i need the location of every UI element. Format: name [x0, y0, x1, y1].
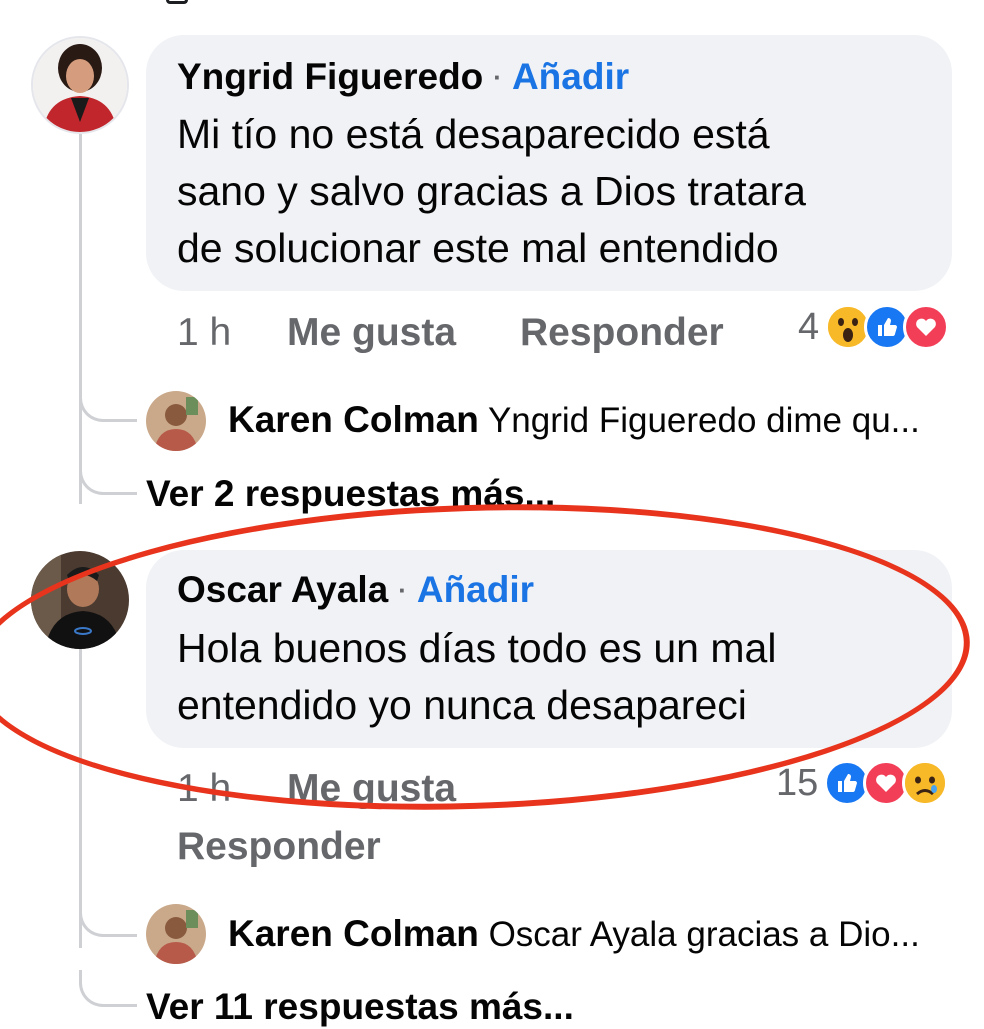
comment-line: de solucionar este mal entendido [177, 225, 779, 271]
sad-reaction-icon [902, 760, 949, 806]
comment-timestamp[interactable]: 1 h [177, 766, 231, 812]
reply-button[interactable]: Responder [520, 310, 724, 356]
reply-avatar[interactable] [146, 391, 206, 451]
reaction-count: 15 [776, 762, 819, 804]
reply-author: Karen Colman [228, 399, 479, 440]
reply-snippet: Yngrid Figueredo dime qu... [487, 401, 920, 440]
reply-button[interactable]: Responder [177, 824, 381, 870]
view-more-replies[interactable]: Ver 2 respuestas más... [146, 472, 555, 516]
comment-timestamp[interactable]: 1 h [177, 310, 231, 356]
reply-preview[interactable]: Karen Colman Yngrid Figueredo dime qu... [228, 398, 920, 443]
comment-line: entendido yo nunca desapareci [177, 682, 747, 728]
like-button[interactable]: Me gusta [287, 310, 456, 356]
thread-branch [79, 458, 137, 495]
thread-line [79, 134, 82, 504]
view-more-replies[interactable]: Ver 11 respuestas más... [146, 985, 574, 1029]
reactions-summary[interactable]: 4 [798, 304, 950, 350]
avatar[interactable] [31, 36, 129, 134]
comment-author[interactable]: Oscar Ayala [177, 568, 388, 612]
comment-line: Mi tío no está desaparecido está [177, 111, 770, 157]
thread-branch [79, 385, 137, 422]
separator-dot: · [398, 575, 407, 605]
separator-dot: · [493, 62, 502, 92]
comment-line: sano y salvo gracias a Dios tratara [177, 168, 806, 214]
comment-author[interactable]: Yngrid Figueredo [177, 55, 483, 99]
previous-item-icon [166, 0, 188, 4]
avatar[interactable] [31, 551, 129, 649]
reply-snippet: Oscar Ayala gracias a Dio... [488, 915, 920, 954]
thread-branch [79, 900, 137, 937]
comment-text: Hola buenos días todo es un mal entendid… [177, 620, 776, 734]
comment-text: Mi tío no está desaparecido está sano y … [177, 106, 806, 277]
like-button[interactable]: Me gusta [287, 766, 456, 812]
love-reaction-icon [903, 304, 950, 350]
reply-preview[interactable]: Karen Colman Oscar Ayala gracias a Dio..… [228, 912, 920, 957]
reactions-summary[interactable]: 15 [776, 760, 949, 806]
reply-avatar[interactable] [146, 904, 206, 964]
thread-branch [79, 970, 137, 1007]
add-friend-link[interactable]: Añadir [417, 568, 534, 612]
reaction-count: 4 [798, 306, 820, 348]
comment-line: Hola buenos días todo es un mal [177, 625, 777, 671]
reply-author: Karen Colman [228, 913, 479, 954]
add-friend-link[interactable]: Añadir [512, 55, 629, 99]
